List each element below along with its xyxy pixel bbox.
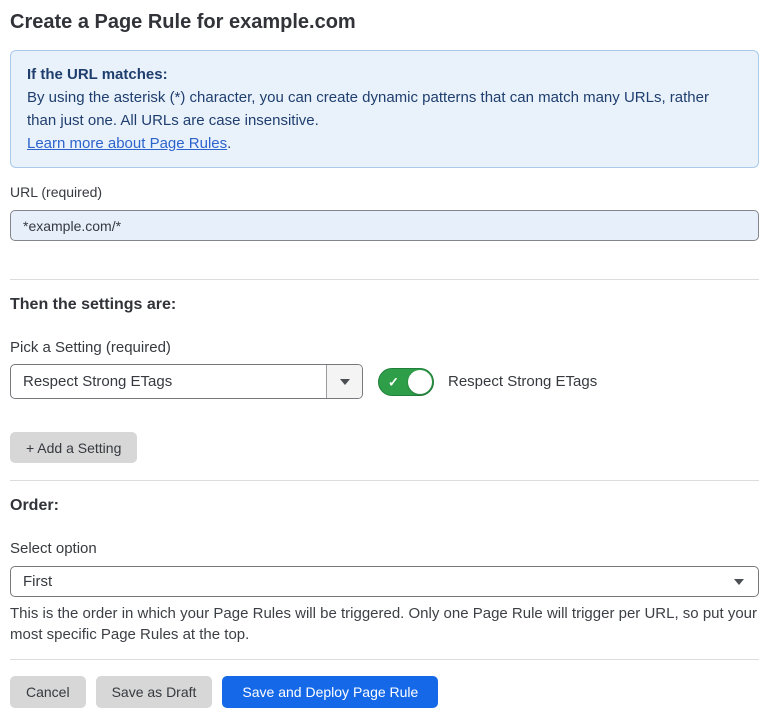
toggle-label: Respect Strong ETags (448, 373, 597, 390)
info-box-body: By using the asterisk (*) character, you… (27, 86, 742, 132)
footer-divider (10, 659, 759, 660)
info-box-link-line: Learn more about Page Rules. (27, 132, 742, 155)
order-select[interactable]: First (10, 566, 759, 597)
setting-select-arrow-button[interactable] (326, 365, 362, 398)
url-input[interactable] (10, 210, 759, 241)
cancel-button[interactable]: Cancel (10, 676, 86, 708)
info-box-heading: If the URL matches: (27, 63, 742, 86)
check-icon: ✓ (388, 375, 399, 388)
order-section-heading: Order: (10, 496, 759, 516)
select-option-label: Select option (10, 540, 759, 558)
save-as-draft-button[interactable]: Save as Draft (96, 676, 213, 708)
respect-strong-etags-toggle[interactable]: ✓ (378, 368, 434, 396)
section-divider (10, 279, 759, 280)
chevron-down-icon (340, 379, 350, 385)
setting-select-value: Respect Strong ETags (11, 373, 326, 390)
link-period: . (227, 135, 231, 152)
page-title: Create a Page Rule for example.com (10, 10, 759, 34)
chevron-down-icon (734, 579, 744, 585)
save-and-deploy-button[interactable]: Save and Deploy Page Rule (222, 676, 438, 708)
order-select-value: First (11, 573, 734, 590)
setting-row: Respect Strong ETags ✓ Respect Strong ET… (10, 364, 759, 399)
toggle-knob (408, 370, 432, 394)
order-help-text: This is the order in which your Page Rul… (10, 603, 759, 645)
learn-more-link[interactable]: Learn more about Page Rules (27, 135, 227, 152)
footer-actions: Cancel Save as Draft Save and Deploy Pag… (10, 676, 759, 708)
create-page-rule-form: Create a Page Rule for example.com If th… (0, 10, 769, 708)
add-setting-button[interactable]: + Add a Setting (10, 432, 137, 463)
section-divider (10, 480, 759, 481)
settings-section-heading: Then the settings are: (10, 295, 759, 315)
pick-setting-label: Pick a Setting (required) (10, 339, 759, 357)
url-field-label: URL (required) (10, 184, 759, 201)
url-match-info-box: If the URL matches: By using the asteris… (10, 50, 759, 168)
setting-select[interactable]: Respect Strong ETags (10, 364, 363, 399)
